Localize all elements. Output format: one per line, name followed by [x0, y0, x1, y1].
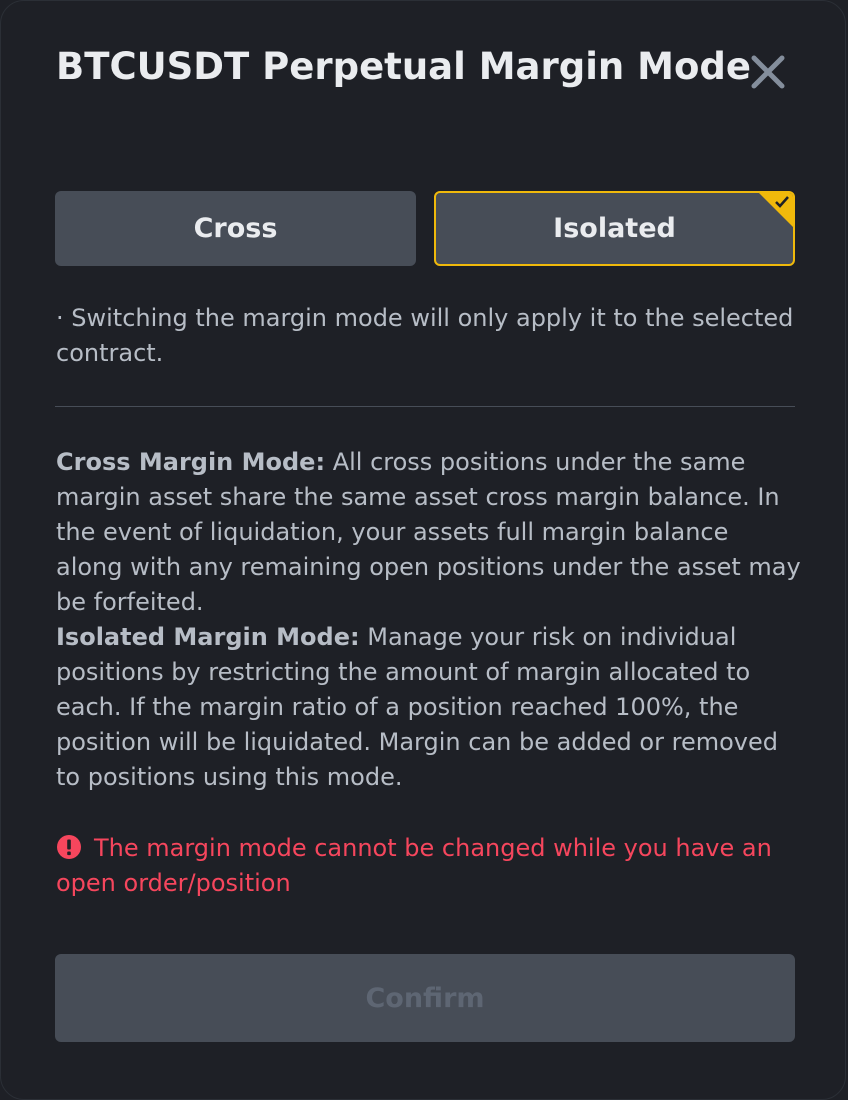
- cross-mode-label: Cross: [193, 213, 278, 244]
- switch-note: · Switching the margin mode will only ap…: [56, 304, 794, 367]
- isolated-margin-heading: Isolated Margin Mode:: [56, 623, 360, 651]
- warning-text: The margin mode cannot be changed while …: [56, 834, 772, 897]
- cross-mode-button[interactable]: Cross: [55, 191, 416, 266]
- dialog-title: BTCUSDT Perpetual Margin Mode: [56, 45, 751, 88]
- checkmark-icon: [775, 196, 789, 208]
- cross-margin-description: Cross Margin Mode: All cross positions u…: [56, 445, 801, 620]
- margin-mode-dialog: BTCUSDT Perpetual Margin Mode Cross Isol…: [0, 0, 846, 1100]
- isolated-margin-description: Isolated Margin Mode: Manage your risk o…: [56, 620, 801, 795]
- close-icon[interactable]: [749, 53, 787, 91]
- isolated-mode-label: Isolated: [553, 213, 676, 244]
- margin-mode-warning: The margin mode cannot be changed while …: [56, 831, 801, 901]
- confirm-label: Confirm: [365, 982, 485, 1014]
- isolated-mode-button[interactable]: Isolated: [434, 191, 795, 266]
- cross-margin-heading: Cross Margin Mode:: [56, 448, 326, 476]
- confirm-button[interactable]: Confirm: [55, 954, 795, 1042]
- exclamation-circle-icon: [57, 835, 81, 859]
- divider: [55, 406, 795, 407]
